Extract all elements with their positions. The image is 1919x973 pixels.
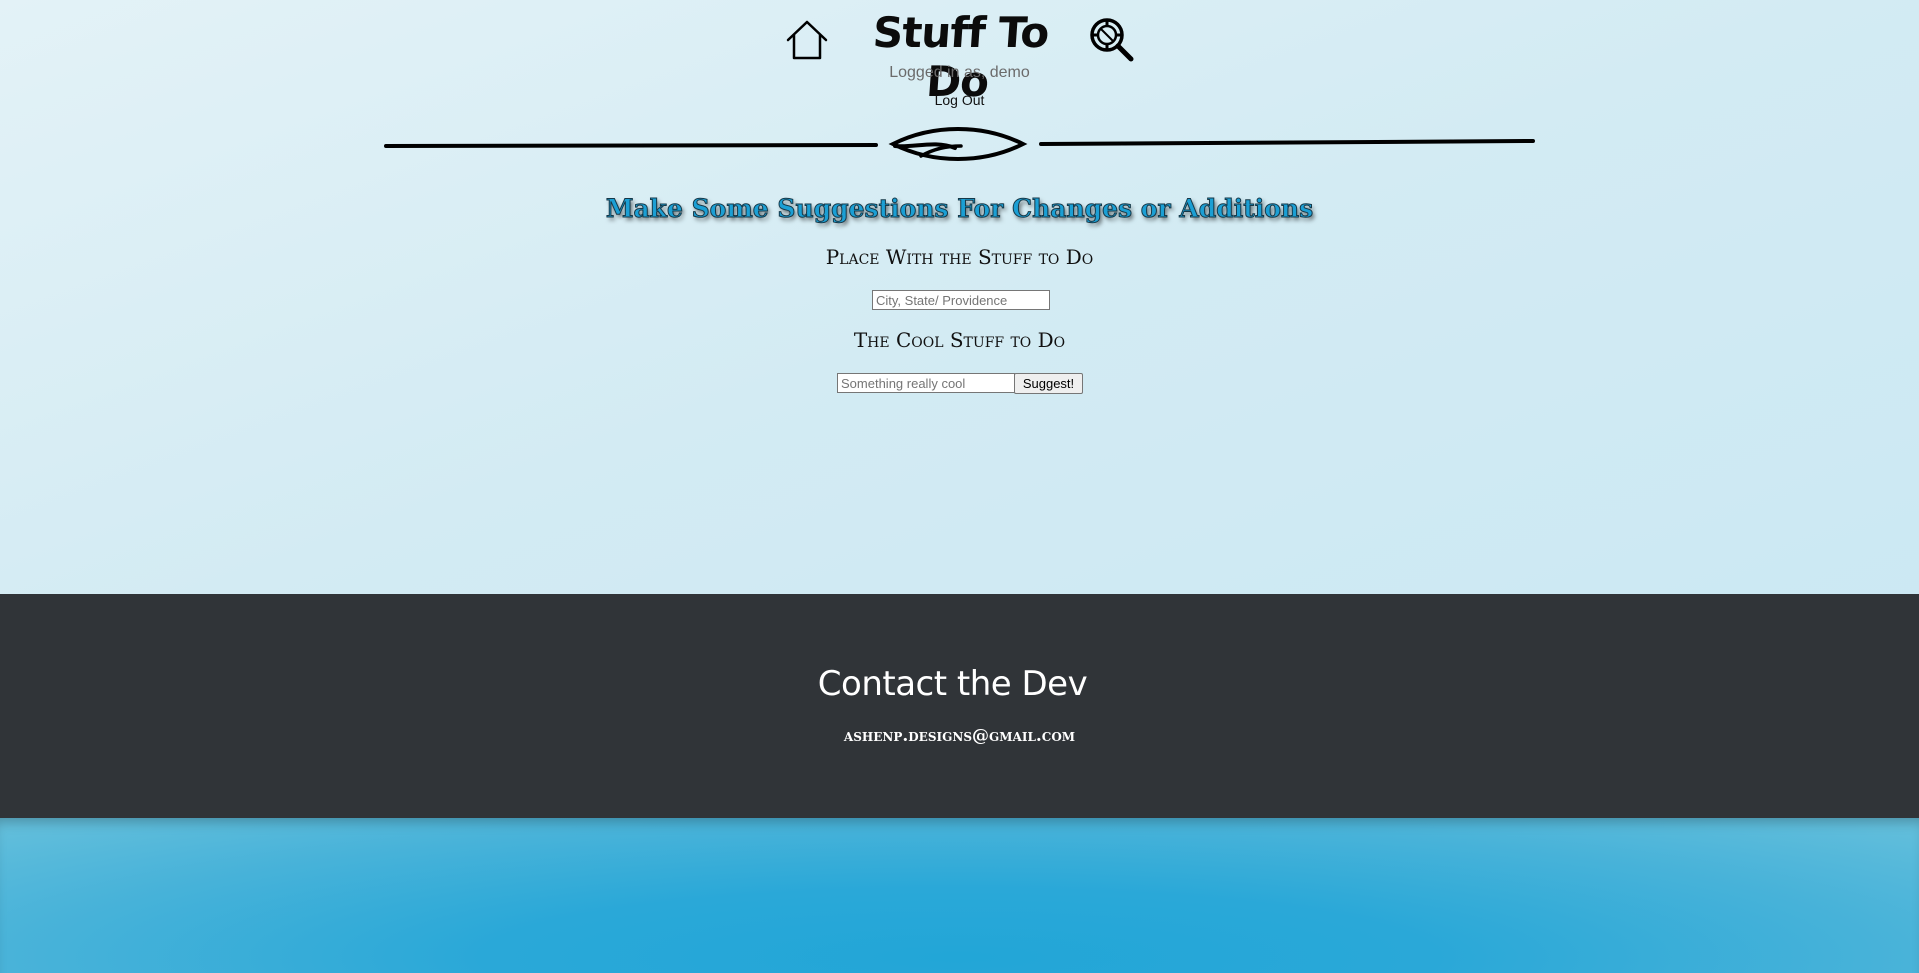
contact-email-link[interactable]: ashenp.designs@gmail.com <box>0 726 1919 746</box>
place-input[interactable] <box>872 290 1050 310</box>
footer: Contact the Dev ashenp.designs@gmail.com <box>0 594 1919 818</box>
stuff-input[interactable] <box>837 373 1015 393</box>
suggestions-heading: Make Some Suggestions For Changes or Add… <box>605 194 1314 224</box>
bottom-background-band <box>0 818 1919 973</box>
place-label: Place With the Stuff to Do <box>825 245 1094 269</box>
contact-title: Contact the Dev <box>817 664 1088 704</box>
home-icon[interactable] <box>785 18 829 62</box>
logged-in-status: Logged in as, demo <box>889 64 1030 81</box>
ornamental-divider <box>384 127 1535 161</box>
search-icon[interactable] <box>1089 17 1135 63</box>
suggest-button[interactable]: Suggest! <box>1014 373 1083 394</box>
site-header: Stuff To Do Logged in as, demo Log Out <box>0 0 1919 161</box>
logout-link[interactable]: Log Out <box>0 92 1919 108</box>
stuff-label: The Cool Stuff to Do <box>853 328 1066 352</box>
